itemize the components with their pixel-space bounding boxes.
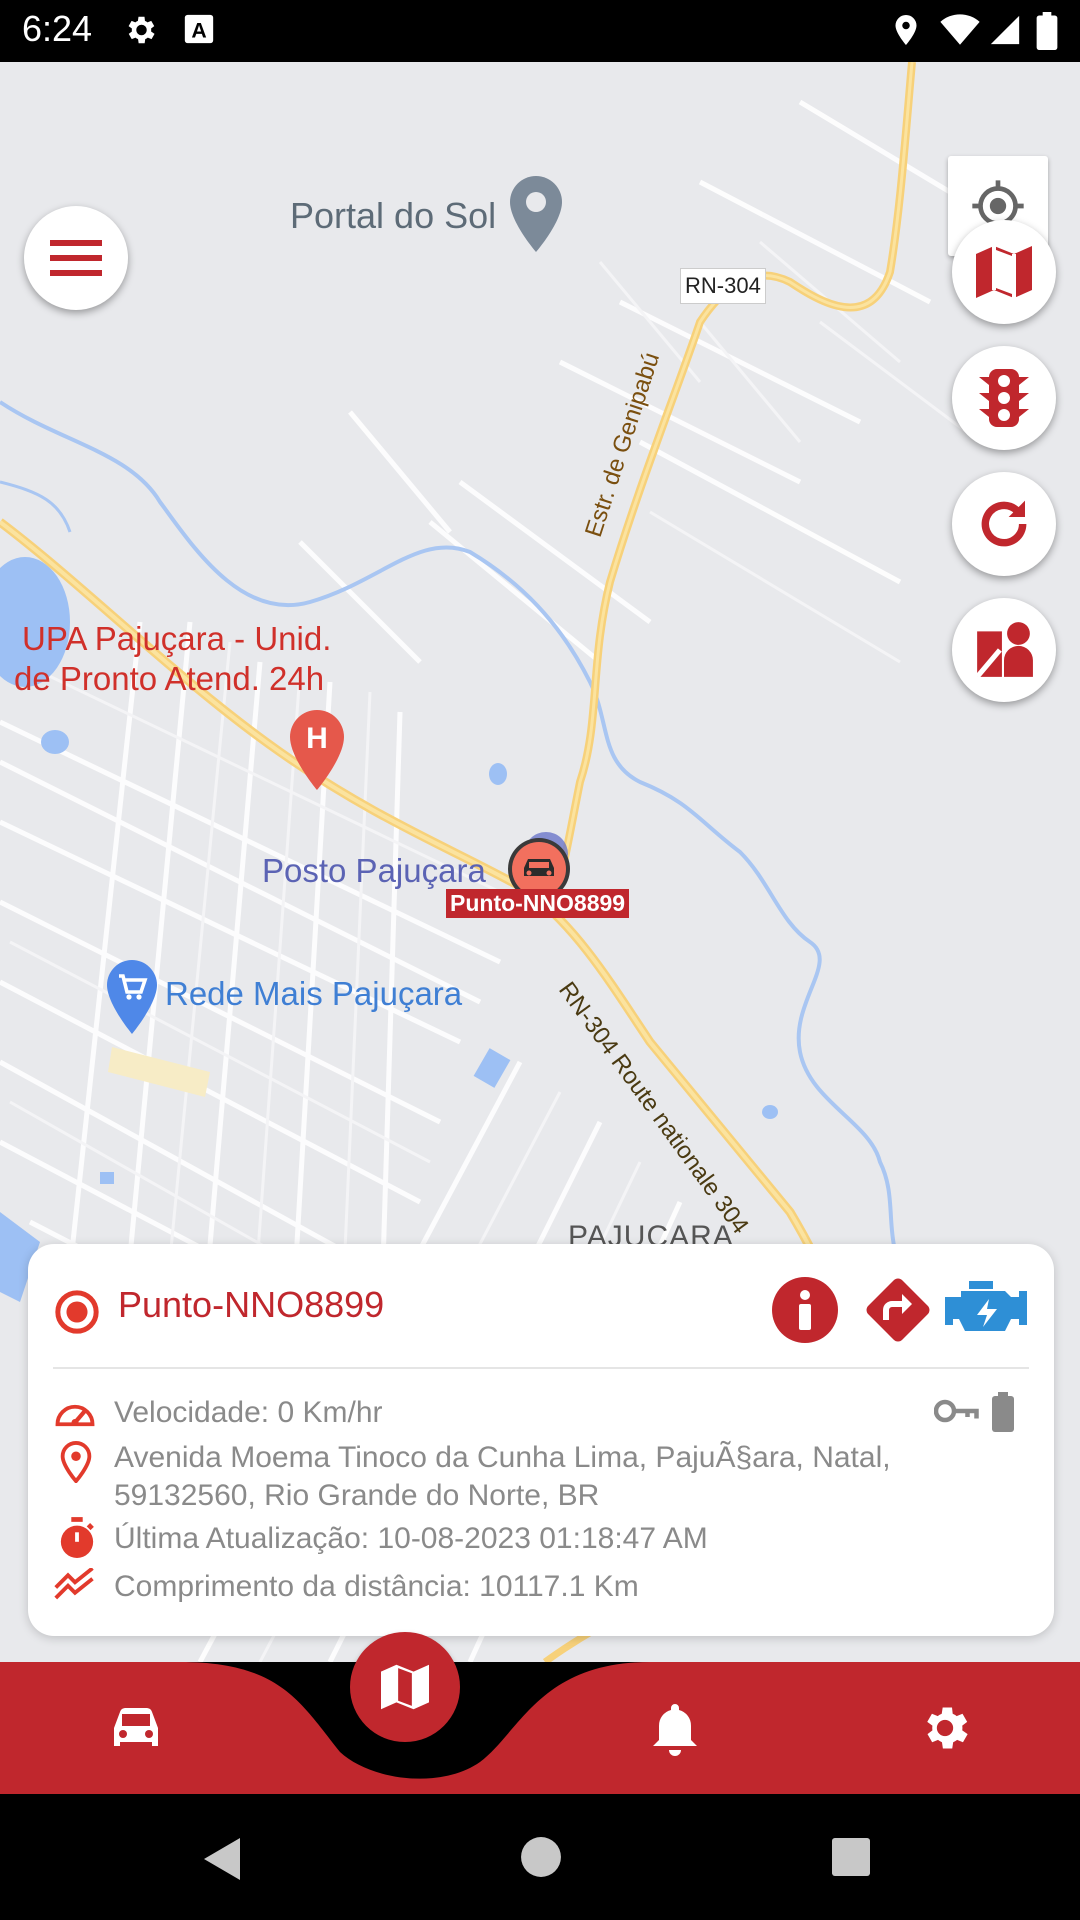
svg-text:A: A — [191, 19, 206, 43]
distance-chart-icon — [54, 1566, 96, 1605]
recents-square-icon — [832, 1838, 870, 1876]
map-label-posto: Posto Pajuçara — [262, 852, 486, 889]
info-icon — [799, 1290, 811, 1330]
traffic-button[interactable] — [952, 346, 1056, 450]
map-label-upa-line2: de Pronto Atend. 24h — [14, 660, 325, 697]
vehicle-info-card[interactable]: Punto-NNO8899 Velocidade: 0 Km/hr Avenid… — [28, 1244, 1054, 1636]
map-label-upa: UPA Pajuçara - Unid. de Pronto Atend. 24… — [14, 619, 332, 699]
distance-text: Comprimento da distância: 10117.1 Km — [114, 1570, 639, 1603]
address-line2: 59132560, Rio Grande do Norte, BR — [114, 1479, 600, 1512]
traffic-light-icon — [979, 369, 1029, 427]
home-button[interactable] — [520, 1836, 562, 1883]
engine-status-button[interactable] — [945, 1277, 1029, 1344]
speed-text: Velocidade: 0 Km/hr — [114, 1396, 383, 1429]
nav-vehicles-button[interactable] — [100, 1698, 172, 1758]
text-status-icon: A — [182, 12, 216, 51]
recents-button[interactable] — [832, 1838, 870, 1881]
shopping-pin-icon[interactable] — [105, 960, 159, 1039]
last-update-text: Última Atualização: 10-08-2023 01:18:47 … — [114, 1522, 708, 1555]
bottom-navigation — [0, 1632, 1080, 1794]
svg-text:H: H — [306, 722, 328, 755]
system-navigation-bar — [0, 1794, 1080, 1920]
location-status-icon — [888, 12, 924, 53]
vehicle-battery-icon — [992, 1392, 1014, 1437]
nav-map-button[interactable] — [350, 1632, 460, 1742]
map-label-portal-do-sol: Portal do Sol — [290, 195, 497, 236]
signal-icon — [988, 12, 1022, 53]
wifi-icon — [940, 12, 980, 53]
car-icon — [114, 1708, 158, 1746]
status-bar: 6:24 A — [0, 0, 1080, 62]
street-view-button[interactable] — [952, 598, 1056, 702]
status-time: 6:24 — [22, 8, 93, 49]
info-button[interactable] — [772, 1277, 838, 1343]
map-label-rede-mais: Rede Mais Pajuçara — [165, 975, 463, 1012]
street-view-icon — [975, 622, 1033, 679]
refresh-button[interactable] — [952, 472, 1056, 576]
bell-icon — [653, 1704, 697, 1756]
back-button[interactable] — [200, 1836, 244, 1887]
location-pin-icon — [60, 1440, 92, 1488]
engine-icon — [945, 1281, 1027, 1331]
nav-notifications-button[interactable] — [640, 1696, 710, 1760]
map-label-upa-line1: UPA Pajuçara - Unid. — [22, 620, 332, 657]
menu-icon — [50, 240, 102, 276]
home-circle-icon — [521, 1837, 561, 1877]
speedometer-icon — [54, 1394, 96, 1435]
map-icon — [976, 246, 1032, 298]
hospital-pin-icon[interactable]: H — [288, 710, 346, 795]
refresh-icon — [981, 500, 1027, 547]
battery-icon — [1036, 12, 1058, 55]
card-divider — [53, 1367, 1029, 1369]
rn304-shield: RN-304 — [680, 268, 766, 304]
vehicle-name: Punto-NNO8899 — [118, 1284, 385, 1325]
nav-settings-button[interactable] — [910, 1696, 980, 1760]
stopwatch-icon — [58, 1517, 96, 1564]
tracking-status-icon — [54, 1289, 100, 1340]
directions-icon — [866, 1278, 930, 1342]
address-text: Avenida Moema Tinoco da Cunha Lima, Paju… — [114, 1439, 891, 1515]
place-pin-icon — [508, 176, 564, 257]
address-line1: Avenida Moema Tinoco da Cunha Lima, Paju… — [114, 1441, 891, 1474]
gear-icon — [927, 1707, 968, 1749]
map-type-button[interactable] — [952, 220, 1056, 324]
settings-status-icon — [122, 12, 158, 53]
back-triangle-icon — [204, 1838, 240, 1880]
directions-button[interactable] — [862, 1274, 934, 1351]
ignition-key-icon — [933, 1396, 980, 1431]
menu-button[interactable] — [24, 206, 128, 310]
vehicle-marker-label: Punto-NNO8899 — [446, 889, 630, 918]
map-icon — [381, 1664, 429, 1710]
